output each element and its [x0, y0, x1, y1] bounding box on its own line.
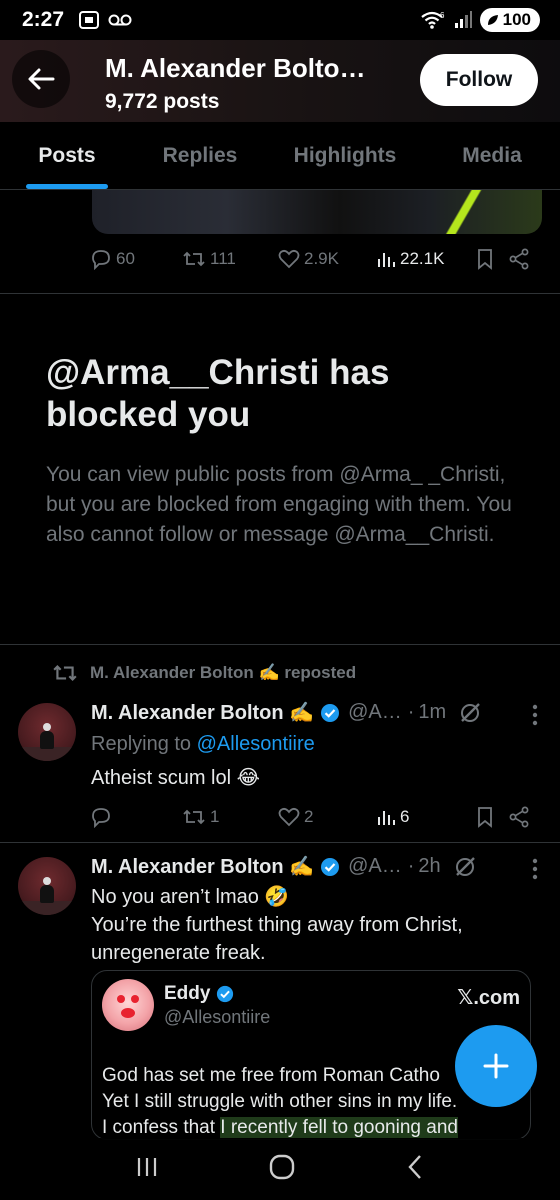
divider — [0, 644, 560, 645]
verified-icon — [320, 703, 340, 723]
blocked-title: @Arma__Christi has blocked you — [46, 353, 390, 434]
post-time: 2h — [418, 855, 441, 877]
author-name[interactable]: M. Alexander Bolton ✍️ — [91, 700, 314, 725]
post-actions: 60 111 2.9K 22.1K — [90, 248, 540, 270]
post-header: M. Alexander Bolton ✍️ @A… · 1m — [91, 700, 531, 725]
wifi-icon: 6 — [420, 11, 445, 29]
bookmark-icon — [478, 807, 492, 828]
profile-tabs: Posts Replies Highlights Media — [0, 122, 560, 190]
signal-icon — [454, 11, 472, 28]
reply-button[interactable] — [90, 806, 182, 828]
reply-button[interactable]: 60 — [90, 248, 182, 270]
svg-text:6: 6 — [440, 11, 445, 20]
avatar — [102, 979, 154, 1031]
back-button[interactable] — [12, 50, 70, 108]
post-time: 1m — [418, 701, 447, 723]
share-button[interactable] — [508, 248, 530, 270]
reply-icon — [92, 250, 110, 270]
status-right: 6 100 — [420, 8, 540, 32]
tab-replies[interactable]: Replies — [134, 122, 266, 189]
divider — [0, 293, 560, 294]
bookmark-button[interactable] — [476, 806, 508, 828]
tab-label: Highlights — [293, 143, 397, 167]
compose-icon — [483, 1053, 509, 1079]
tab-posts[interactable]: Posts — [0, 122, 134, 189]
author-name[interactable]: M. Alexander Bolton ✍️ — [91, 854, 314, 879]
more-icon[interactable] — [532, 858, 538, 885]
views-icon — [378, 811, 395, 825]
home-button[interactable] — [268, 1153, 296, 1186]
quote-source: 𝕏.com — [457, 987, 520, 1009]
profile-header: M. Alexander Bolto… 9,772 posts Follow — [0, 40, 560, 122]
back-arrow-icon — [28, 68, 55, 90]
status-icons — [78, 10, 132, 30]
bookmark-icon — [478, 249, 492, 270]
chevron-left-icon — [408, 1154, 422, 1179]
voicemail-icon — [108, 14, 132, 26]
avatar[interactable] — [18, 703, 76, 761]
share-icon — [509, 806, 529, 828]
views-icon — [378, 253, 395, 267]
compose-button[interactable] — [455, 1025, 537, 1107]
quoted-author-name: Eddy — [164, 983, 234, 1005]
status-time: 2:27 — [22, 8, 65, 31]
grok-icon[interactable] — [458, 701, 482, 725]
like-icon — [278, 249, 300, 269]
avatar[interactable] — [18, 857, 76, 915]
more-icon[interactable] — [532, 704, 538, 731]
verified-icon — [320, 857, 340, 877]
repost-indicator: M. Alexander Bolton ✍️ reposted — [52, 662, 356, 684]
repost-icon — [53, 664, 77, 682]
posts-count: 9,772 posts — [105, 90, 220, 113]
profile-name: M. Alexander Bolto… — [105, 53, 366, 83]
home-icon — [269, 1154, 295, 1179]
tab-label: Replies — [162, 143, 238, 167]
follow-button[interactable]: Follow — [420, 54, 538, 106]
bookmark-button[interactable] — [476, 248, 508, 270]
battery-saver-icon — [487, 15, 498, 25]
status-bar: 2:27 6 100 — [0, 0, 560, 40]
tab-label: Posts — [38, 143, 96, 167]
recent-apps-button[interactable] — [135, 1155, 159, 1184]
verified-icon — [216, 985, 234, 1003]
views-button[interactable]: 22.1K — [376, 249, 476, 269]
post-header: M. Alexander Bolton ✍️ @A… · 2h — [91, 854, 531, 879]
battery-level: 100 — [502, 10, 531, 29]
blocked-description: You can view public posts from @Arma_ _C… — [46, 463, 512, 547]
tab-label: Media — [462, 143, 522, 167]
divider — [0, 842, 560, 843]
post-actions: 1 2 6 — [90, 806, 540, 828]
grok-icon[interactable] — [453, 855, 477, 879]
repost-button[interactable]: 111 — [182, 249, 278, 269]
system-nav-bar — [0, 1138, 560, 1200]
post-media-image[interactable] — [92, 190, 542, 234]
views-button[interactable]: 6 — [376, 807, 476, 827]
reply-icon — [92, 808, 110, 828]
replying-to: Replying to @Allesontiire — [91, 733, 315, 755]
post-text: No you aren’t lmao 🤣 You’re the furthest… — [91, 886, 463, 964]
quoted-author-handle: @Allesontiire — [164, 1007, 271, 1027]
nav-back-button[interactable] — [405, 1153, 425, 1186]
like-icon — [278, 807, 300, 827]
tab-media[interactable]: Media — [424, 122, 560, 189]
repost-label: M. Alexander Bolton ✍️ reposted — [90, 663, 357, 682]
repost-button[interactable]: 1 — [182, 807, 278, 827]
active-tab-indicator — [26, 184, 108, 189]
repost-icon — [183, 251, 205, 267]
screenshot-icon — [79, 11, 100, 29]
reply-target-link[interactable]: @Allesontiire — [197, 733, 315, 755]
post-text: Atheist scum lol 😂 — [91, 767, 260, 789]
share-button[interactable] — [508, 806, 530, 828]
recents-icon — [137, 1157, 156, 1176]
like-button[interactable]: 2.9K — [278, 249, 376, 269]
like-button[interactable]: 2 — [278, 807, 376, 827]
author-handle[interactable]: @A… — [348, 855, 402, 878]
author-handle[interactable]: @A… — [348, 701, 402, 724]
tab-highlights[interactable]: Highlights — [266, 122, 424, 189]
battery-indicator: 100 — [479, 8, 540, 32]
share-icon — [509, 248, 529, 270]
repost-icon — [183, 809, 205, 825]
